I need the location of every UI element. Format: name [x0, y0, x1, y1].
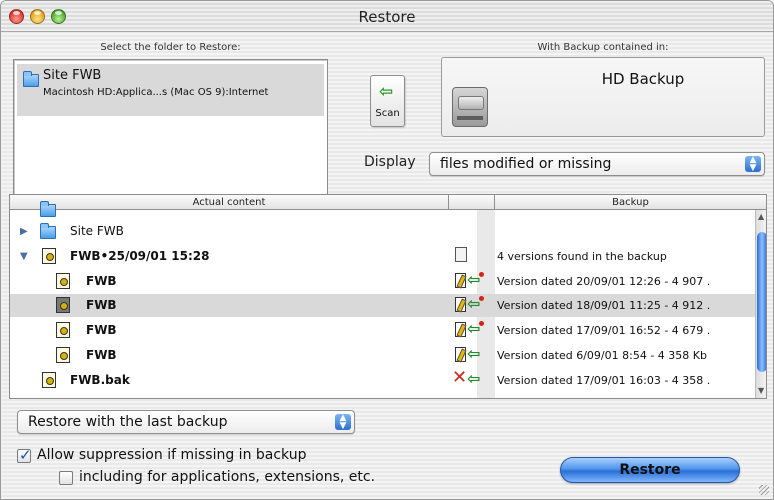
table-header: Actual content Backup: [10, 195, 766, 210]
title-bar: Restore: [1, 1, 773, 32]
table-row[interactable]: FWB ⇦ Version dated 17/09/01 16:52 - 4 6…: [10, 319, 755, 342]
backup-name: HD Backup: [601, 70, 685, 88]
display-label: Display: [364, 154, 416, 170]
source-label: Select the folder to Restore:: [100, 42, 241, 53]
vertical-scrollbar[interactable]: ▲ ▼: [755, 210, 766, 398]
row-name: FWB•25/09/01 15:28: [70, 249, 210, 263]
content-table[interactable]: Actual content Backup ▶ Site FWB ▼ FWB•2…: [9, 194, 767, 399]
table-row[interactable]: ▶ Site FWB: [10, 220, 755, 243]
row-backup-info: Version dated 20/09/01 12:26 - 4 907 .: [497, 275, 711, 288]
file-icon: [42, 248, 56, 264]
table-row: [10, 201, 755, 218]
red-dot-icon: [479, 296, 484, 301]
backup-label: With Backup contained in:: [537, 42, 669, 53]
source-folder-path: Macintosh HD:Applica...s (Mac OS 9):Inte…: [43, 87, 269, 98]
updown-arrows-icon: ▲ ▼: [745, 156, 761, 173]
resize-grip-icon[interactable]: [759, 485, 769, 495]
scan-button-label: Scan: [375, 108, 400, 119]
file-icon: [56, 322, 70, 338]
pencil-icon: [455, 273, 466, 288]
column-backup[interactable]: Backup: [495, 195, 766, 210]
file-icon: [56, 297, 70, 313]
pencil-icon: [455, 347, 466, 362]
red-dot-icon: [479, 321, 484, 326]
row-backup-info: Version dated 17/09/01 16:03 - 4 358 .: [497, 374, 711, 387]
row-name: Site FWB: [70, 224, 124, 238]
source-folder-name: Site FWB: [43, 68, 102, 83]
window-title: Restore: [358, 8, 416, 26]
folder-icon: [40, 201, 56, 217]
red-dot-icon: [479, 272, 484, 277]
backup-box[interactable]: HD Backup: [441, 57, 765, 137]
row-name: FWB: [86, 298, 117, 312]
folder-icon: [40, 223, 56, 239]
updown-arrows-icon: ▲ ▼: [335, 414, 351, 431]
left-arrow-icon: ⇦: [379, 82, 394, 102]
column-actual-content[interactable]: Actual content: [10, 195, 449, 210]
restore-button[interactable]: Restore: [560, 457, 740, 483]
display-select[interactable]: files modified or missing ▲ ▼: [429, 152, 765, 176]
green-left-arrow-icon[interactable]: ⇦: [467, 346, 480, 362]
row-backup-info: Version dated 17/09/01 16:52 - 4 679 .: [497, 324, 711, 337]
row-name: FWB: [86, 274, 117, 288]
scan-button[interactable]: ⇦ Scan: [370, 75, 405, 127]
table-row[interactable]: ▼ FWB•25/09/01 15:28 4 versions found in…: [10, 245, 755, 268]
checkmark-icon: ✓: [19, 446, 32, 464]
table-row[interactable]: FWB ⇦ Version dated 6/09/01 8:54 - 4 358…: [10, 344, 755, 367]
table-row[interactable]: FWB.bak ✕ ⇦ Version dated 17/09/01 16:03…: [10, 369, 755, 392]
row-name: FWB: [86, 323, 117, 337]
hard-disk-icon: [452, 87, 488, 127]
including-apps-checkbox[interactable]: [59, 471, 73, 485]
file-icon: [42, 372, 56, 388]
table-row[interactable]: FWB ⇦ Version dated 18/09/01 11:25 - 4 9…: [10, 294, 755, 317]
source-folder-item[interactable]: Site FWB Macintosh HD:Applica...s (Mac O…: [17, 64, 324, 116]
column-status[interactable]: [449, 195, 495, 210]
row-backup-info: Version dated 6/09/01 8:54 - 4 358 Kb: [497, 349, 707, 362]
row-name: FWB.bak: [70, 373, 130, 387]
scroll-up-icon[interactable]: ▲: [758, 212, 764, 221]
disclosure-triangle-expanded-icon[interactable]: ▼: [20, 251, 28, 262]
restore-mode-select[interactable]: Restore with the last backup ▲ ▼: [17, 410, 355, 434]
row-backup-info: Version dated 18/09/01 11:25 - 4 912 .: [497, 299, 711, 312]
scrollbar-thumb[interactable]: [757, 232, 766, 372]
restore-window: Restore Select the folder to Restore: Si…: [0, 0, 774, 500]
file-icon: [56, 347, 70, 363]
display-select-value: files modified or missing: [440, 156, 612, 172]
green-left-arrow-icon[interactable]: ⇦: [467, 371, 480, 387]
file-icon: [56, 273, 70, 289]
allow-suppression-label[interactable]: Allow suppression if missing in backup: [37, 447, 307, 463]
allow-suppression-checkbox[interactable]: ✓: [17, 446, 32, 464]
row-backup-info: 4 versions found in the backup: [497, 250, 667, 263]
document-icon: [455, 247, 467, 262]
folder-icon: [23, 71, 39, 87]
disclosure-triangle-collapsed-icon[interactable]: ▶: [20, 226, 28, 237]
scroll-down-icon[interactable]: ▼: [758, 386, 764, 395]
red-x-icon: ✕: [452, 367, 468, 388]
table-row[interactable]: FWB ⇦ Version dated 20/09/01 12:26 - 4 9…: [10, 270, 755, 293]
row-name: FWB: [86, 348, 117, 362]
pencil-icon: [455, 322, 466, 337]
pencil-icon: [455, 297, 466, 312]
restore-mode-value: Restore with the last backup: [28, 414, 228, 430]
including-apps-label[interactable]: including for applications, extensions, …: [79, 469, 375, 485]
source-folder-box[interactable]: Site FWB Macintosh HD:Applica...s (Mac O…: [13, 59, 328, 197]
